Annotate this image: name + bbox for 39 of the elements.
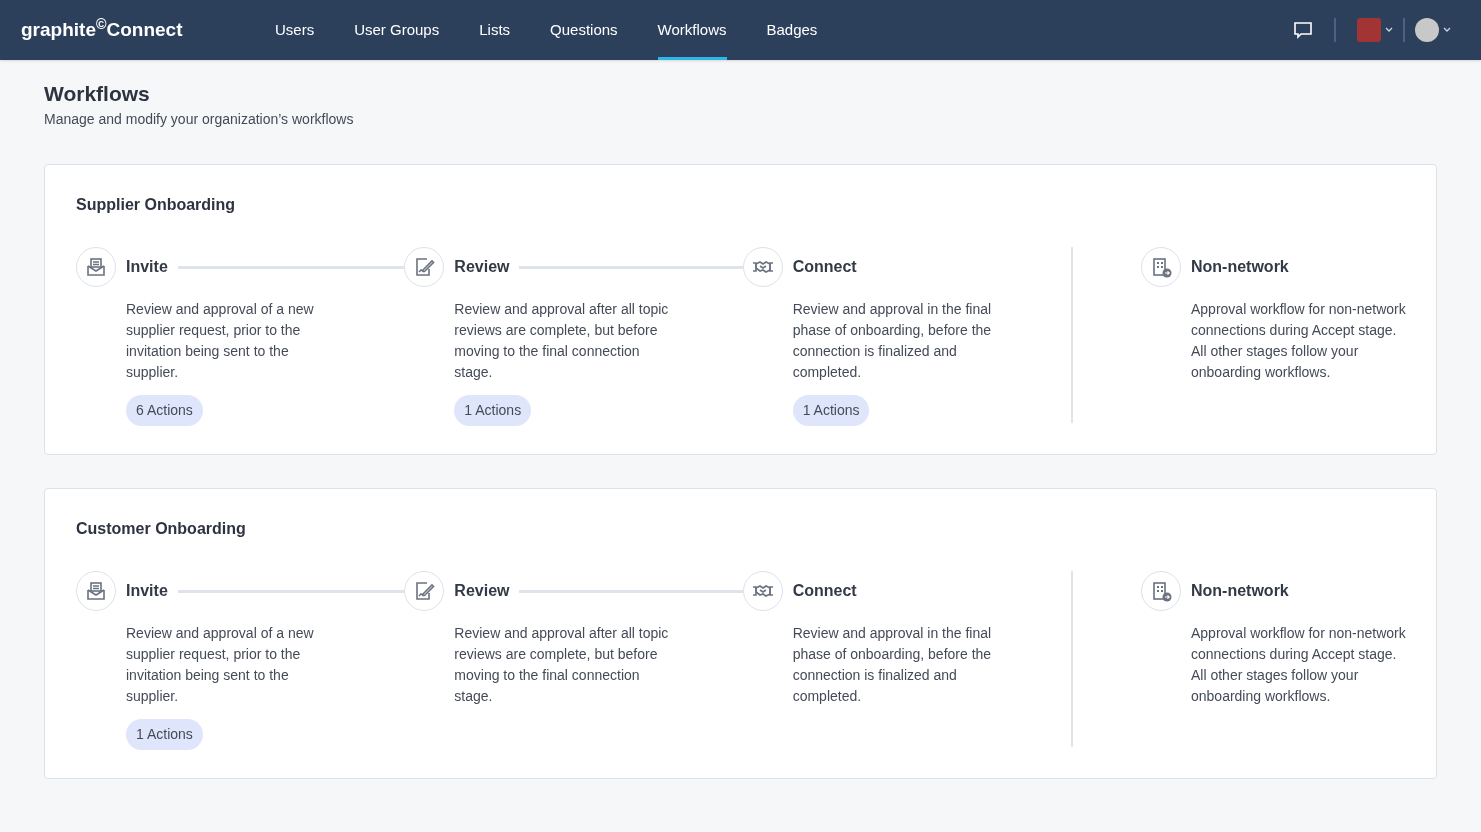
nav-tab[interactable]: Workflows: [657, 0, 727, 60]
chat-icon[interactable]: [1293, 20, 1313, 40]
step-description: Review and approval in the final phase of onboarding, before the connection is finalized and completed.: [792, 300, 993, 382]
step-label: Connect: [792, 257, 857, 277]
nav-tab[interactable]: Questions: [550, 0, 618, 60]
step-description: Approval workflow for non-network connections during Accept stage. All other stages follow your onboarding workflows.: [1191, 300, 1406, 382]
step-description: Review and approval of a new supplier request, prior to the invitation being sent to the supplier.: [126, 624, 315, 706]
step-description: Review and approval after all topic reviews are complete, but before moving to the final connection stage.: [454, 300, 670, 382]
envelope-icon: [84, 255, 108, 279]
actions-pill[interactable]: 6 Actions: [126, 395, 203, 426]
organization-swatch: [1357, 18, 1381, 42]
avatar: [1415, 18, 1439, 42]
step-label: Non-network: [1191, 257, 1289, 277]
workflow-title: Supplier Onboarding: [76, 195, 237, 215]
page-title: Workflows: [44, 81, 151, 107]
step-description: Approval workflow for non-network connections during Accept stage. All other stages follow your onboarding workflows.: [1191, 624, 1406, 706]
page-subtitle: Manage and modify your organization’s workflows: [44, 110, 355, 129]
actions-pill[interactable]: 1 Actions: [126, 719, 203, 750]
step-description: Review and approval in the final phase of onboarding, before the connection is finalized and completed.: [792, 624, 993, 706]
step-description: Review and approval of a new supplier request, prior to the invitation being sent to the supplier.: [126, 300, 315, 382]
step-description: Review and approval after all topic reviews are complete, but before moving to the final connection stage.: [454, 624, 670, 706]
step-label: Invite: [126, 581, 168, 601]
step-label: Review: [454, 581, 510, 601]
actions-pill[interactable]: 1 Actions: [792, 395, 870, 426]
envelope-icon: [84, 579, 108, 603]
user-menu[interactable]: [1415, 18, 1451, 42]
workflow-title: Customer Onboarding: [76, 519, 247, 539]
app-logo[interactable]: graphite$^{©}$Connect: [21, 15, 275, 45]
step-label: Invite: [126, 257, 168, 277]
chevron-down-icon: [1443, 27, 1451, 33]
actions-pill[interactable]: 1 Actions: [454, 395, 532, 426]
step-label: Non-network: [1191, 581, 1289, 601]
nav-tab[interactable]: Users: [275, 0, 315, 60]
nav-tab[interactable]: Lists: [479, 0, 511, 60]
step-label: Connect: [792, 581, 857, 601]
chevron-down-icon: [1385, 27, 1393, 33]
step-label: Review: [454, 257, 510, 277]
nav-tab[interactable]: User Groups: [354, 0, 440, 60]
nav-tab[interactable]: Badges: [766, 0, 818, 60]
